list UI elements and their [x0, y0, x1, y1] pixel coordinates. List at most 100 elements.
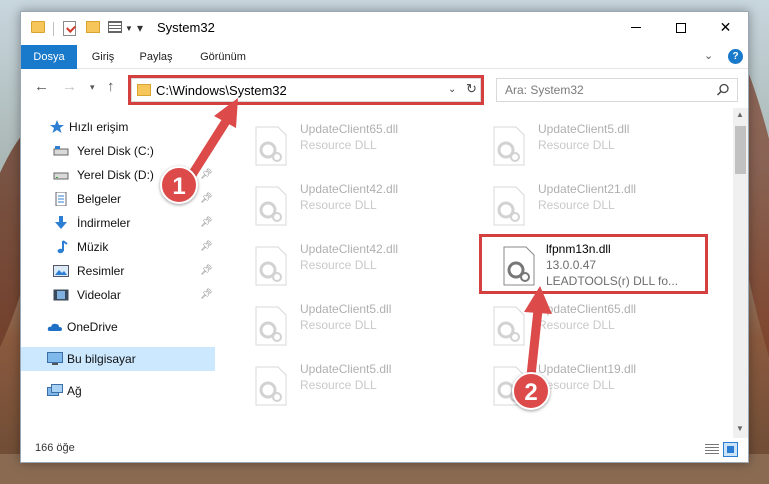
toolbar-divider: [53, 22, 54, 36]
scrollbar-thumb[interactable]: [735, 126, 746, 174]
sidebar-item-music[interactable]: Müzik 📌︎: [21, 235, 215, 259]
file-type: Resource DLL: [538, 318, 615, 332]
file-name: UpdateClient65.dll: [538, 302, 637, 316]
file-type: Resource DLL: [538, 198, 615, 212]
file-name: UpdateClient65.dll: [300, 122, 399, 136]
expand-ribbon-icon[interactable]: ⌄: [704, 49, 713, 62]
file-highlight-box: [479, 234, 708, 294]
sidebar-item-videos[interactable]: Videolar 📌︎: [21, 283, 215, 307]
file-name: UpdateClient5.dll: [538, 122, 630, 136]
dll-file-icon: [255, 366, 287, 406]
sidebar-item-downloads[interactable]: İndirmeler 📌︎: [21, 211, 215, 235]
tab-share[interactable]: Paylaş: [129, 45, 183, 69]
maximize-icon: [675, 22, 686, 33]
pin-icon[interactable]: 📌︎: [200, 241, 213, 252]
sidebar-item-pictures[interactable]: Resimler 📌︎: [21, 259, 215, 283]
file-name: UpdateClient42.dll: [300, 182, 399, 196]
sidebar-item-label: İndirmeler: [77, 216, 131, 230]
step-marker-1: 1: [160, 166, 198, 204]
up-button[interactable]: ↑: [107, 78, 115, 95]
recent-locations-button[interactable]: ▾: [90, 82, 95, 93]
search-input[interactable]: Ara: System32: [496, 78, 738, 102]
videos-icon: [53, 289, 69, 301]
drive-icon: [53, 146, 69, 156]
dll-file-icon: [493, 126, 525, 166]
address-highlight-box: [128, 75, 484, 105]
sidebar-item-drive-c[interactable]: Yerel Disk (C:) 📌︎: [21, 139, 215, 163]
sidebar-item-label: Ağ: [67, 384, 82, 398]
tab-file[interactable]: Dosya: [21, 45, 77, 69]
file-name: UpdateClient21.dll: [538, 182, 637, 196]
pictures-icon: [53, 265, 69, 277]
dll-file-icon: [255, 186, 287, 226]
file-item[interactable]: UpdateClient42.dll Resource DLL: [230, 240, 460, 296]
file-item[interactable]: UpdateClient5.dll Resource DLL: [230, 300, 460, 356]
file-item[interactable]: UpdateClient5.dll Resource DLL: [468, 120, 698, 176]
file-item[interactable]: UpdateClient21.dll Resource DLL: [468, 180, 698, 236]
help-icon[interactable]: ?: [728, 49, 743, 64]
file-item[interactable]: UpdateClient65.dll Resource DLL: [230, 120, 460, 176]
sidebar-item-onedrive[interactable]: OneDrive: [21, 315, 215, 339]
sidebar-item-label: OneDrive: [67, 320, 118, 334]
navigation-bar: ← → ▾ ↑ C:\Windows\System32 ⌄ ↻ Ara: Sys…: [21, 70, 748, 108]
search-icon[interactable]: [716, 83, 730, 97]
file-type: Resource DLL: [300, 258, 377, 272]
tab-view[interactable]: Görünüm: [189, 45, 257, 69]
file-name: UpdateClient5.dll: [300, 302, 392, 316]
sidebar-item-label: Yerel Disk (C:): [77, 144, 154, 158]
properties-icon[interactable]: [63, 21, 76, 36]
computer-icon: [47, 352, 63, 365]
forward-button[interactable]: →: [62, 78, 77, 95]
file-type: Resource DLL: [300, 198, 377, 212]
file-name: UpdateClient5.dll: [300, 362, 392, 376]
close-icon: ✕: [719, 19, 732, 35]
sidebar-item-label: Hızlı erişim: [69, 120, 129, 134]
step-marker-2: 2: [512, 372, 550, 410]
pin-icon[interactable]: 📌︎: [200, 265, 213, 276]
file-item[interactable]: UpdateClient65.dll Resource DLL: [468, 300, 698, 356]
minimize-button[interactable]: [613, 12, 658, 43]
pin-icon[interactable]: 📌︎: [200, 217, 213, 228]
star-icon: [50, 120, 64, 133]
sidebar-item-network[interactable]: Ağ: [21, 379, 215, 403]
sidebar-item-label: Müzik: [77, 240, 109, 254]
navigation-pane: Hızlı erişim Yerel Disk (C:) 📌︎ Yerel Di…: [21, 108, 217, 438]
dll-file-icon: [255, 126, 287, 166]
documents-icon: [55, 192, 67, 206]
scroll-up-icon[interactable]: ▲: [736, 110, 744, 119]
file-type: Resource DLL: [300, 318, 377, 332]
pin-icon[interactable]: 📌︎: [200, 289, 213, 300]
title-bar: ▼ ▾ System32 ✕: [21, 12, 748, 45]
chevron-down-icon[interactable]: ▼: [125, 24, 133, 33]
file-name: UpdateClient42.dll: [300, 242, 399, 256]
search-placeholder: Ara: System32: [505, 83, 584, 97]
file-item[interactable]: UpdateClient19.dll Resource DLL: [468, 360, 698, 416]
customize-toolbar-icon[interactable]: ▾: [137, 21, 143, 35]
file-item[interactable]: UpdateClient42.dll Resource DLL: [230, 180, 460, 236]
tiles-view-icon[interactable]: [723, 442, 738, 457]
sidebar-item-label: Yerel Disk (D:): [77, 168, 154, 182]
window-title: System32: [157, 20, 215, 35]
sidebar-item-this-pc[interactable]: Bu bilgisayar: [21, 347, 215, 371]
close-button[interactable]: ✕: [703, 12, 748, 43]
network-icon: [47, 384, 63, 396]
sidebar-item-label: Bu bilgisayar: [67, 352, 136, 366]
pin-icon[interactable]: 📌︎: [200, 193, 213, 204]
scroll-down-icon[interactable]: ▼: [736, 424, 744, 433]
vertical-scrollbar[interactable]: ▲ ▼: [733, 108, 748, 438]
download-icon: [55, 216, 67, 229]
details-view-icon[interactable]: [705, 444, 719, 455]
pin-icon[interactable]: 📌︎: [200, 145, 213, 156]
file-type: Resource DLL: [538, 138, 615, 152]
maximize-button[interactable]: [658, 12, 703, 43]
pin-icon[interactable]: 📌︎: [200, 169, 213, 180]
back-button[interactable]: ←: [34, 78, 49, 95]
new-folder-icon[interactable]: [86, 21, 100, 33]
dll-file-icon: [493, 306, 525, 346]
drive-icon: [53, 172, 69, 180]
file-item[interactable]: UpdateClient5.dll Resource DLL: [230, 360, 460, 416]
folder-icon: [31, 21, 45, 33]
sidebar-item-quick-access[interactable]: Hızlı erişim: [21, 115, 215, 139]
tab-home[interactable]: Giriş: [81, 45, 125, 69]
view-icon[interactable]: [108, 21, 122, 33]
